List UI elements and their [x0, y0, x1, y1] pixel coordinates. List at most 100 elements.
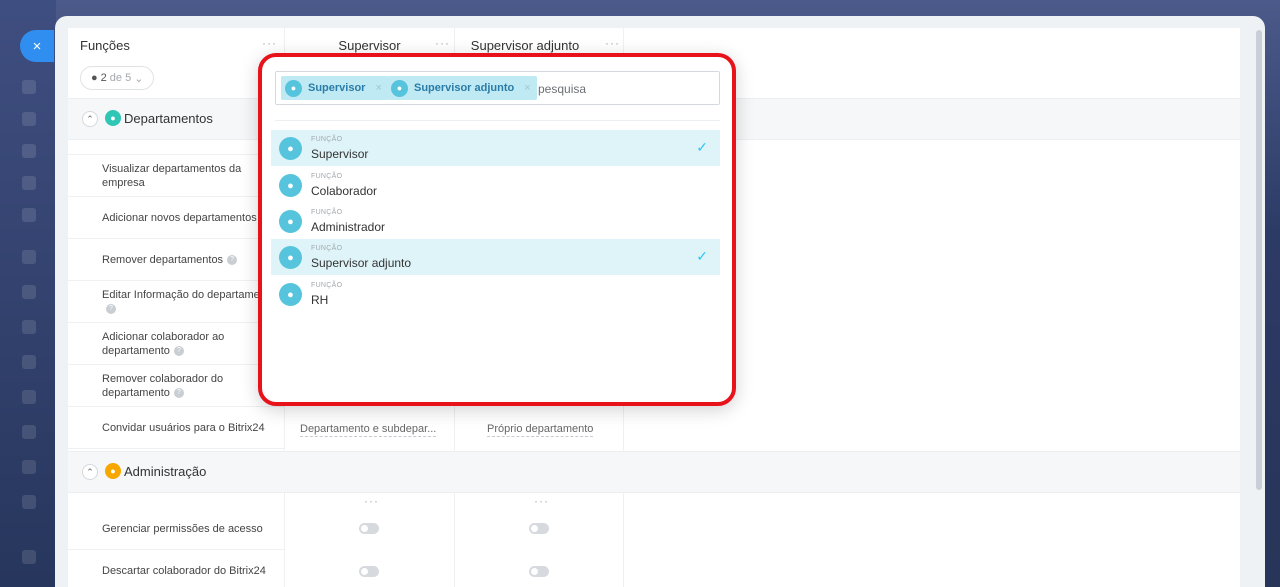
chevron-down-icon: ⌄	[134, 72, 144, 85]
chevron-up-icon[interactable]: ⌃	[82, 111, 98, 127]
permission-row: Editar Informação do departamento?	[68, 281, 284, 323]
close-slider-button[interactable]: ×	[20, 30, 54, 62]
role-selector-popup: ● Supervisor × ● Supervisor adjunto × pe…	[258, 53, 736, 406]
option-kind: FUNÇÃO	[311, 209, 343, 216]
group-icon: ●	[279, 174, 302, 197]
role-column-title: Supervisor adjunto	[470, 38, 580, 53]
permission-row: Adicionar novos departamentos	[68, 197, 284, 239]
option-name: Colaborador	[311, 184, 378, 198]
help-icon[interactable]: ?	[173, 387, 184, 398]
tag-label: Supervisor adjunto	[414, 82, 515, 94]
permission-label: Adicionar novos departamentos	[102, 211, 257, 224]
person-icon: ●	[105, 463, 121, 479]
help-icon[interactable]: ?	[227, 254, 238, 265]
option-kind: FUNÇÃO	[311, 136, 343, 143]
section-label: Administração	[124, 464, 207, 479]
permission-toggle[interactable]	[529, 523, 549, 534]
permission-label: Descartar colaborador do Bitrix24	[102, 564, 266, 577]
menu-icon[interactable]	[22, 80, 36, 94]
column-more-icon[interactable]: ···	[534, 494, 549, 508]
permission-label: Remover departamentos	[102, 253, 224, 266]
group-icon: ●	[285, 79, 302, 97]
permission-row: Descartar colaborador do Bitrix24	[68, 550, 284, 587]
role-column-title: Supervisor	[338, 38, 401, 53]
option-name: Administrador	[311, 220, 386, 234]
menu-icon[interactable]	[22, 250, 36, 264]
menu-icon[interactable]	[22, 112, 36, 126]
check-icon: ✓	[696, 139, 708, 155]
role-search-box[interactable]: ● Supervisor × ● Supervisor adjunto × pe…	[275, 71, 720, 105]
group-icon: ●	[279, 137, 302, 160]
menu-icon[interactable]	[22, 208, 36, 222]
search-input[interactable]: pesquisa	[538, 82, 586, 96]
close-icon: ×	[32, 37, 42, 55]
permission-toggle[interactable]	[359, 566, 379, 577]
menu-icon[interactable]	[22, 425, 36, 439]
role-option[interactable]: ● FUNÇÃO Colaborador	[271, 167, 720, 203]
group-icon: ●	[105, 110, 121, 126]
menu-icon[interactable]	[22, 320, 36, 334]
permission-toggle[interactable]	[359, 523, 379, 534]
selected-role-tag[interactable]: ● Supervisor adjunto ×	[387, 76, 537, 100]
permission-label: Adicionar colaborador ao departamento?	[102, 330, 225, 357]
roles-title: Funções	[80, 38, 130, 53]
permission-value-select[interactable]: Departamento e subdepar...	[300, 423, 437, 437]
menu-icon[interactable]	[22, 285, 36, 299]
check-icon: ✓	[696, 248, 708, 264]
menu-icon[interactable]	[22, 460, 36, 474]
permission-row: Convidar usuários para o Bitrix24	[68, 407, 284, 449]
menu-icon[interactable]	[22, 495, 36, 509]
menu-icon[interactable]	[22, 550, 36, 564]
remove-tag-icon[interactable]: ×	[375, 82, 381, 94]
permission-row: Gerenciar permissões de acesso	[68, 508, 284, 550]
roles-counter[interactable]: ● 2 de 5 ⌄	[80, 66, 155, 90]
permission-label: Remover colaborador do departamento?	[102, 372, 224, 399]
role-option[interactable]: ● FUNÇÃO RH	[271, 276, 720, 312]
group-icon: ●	[279, 246, 302, 269]
role-option[interactable]: ● FUNÇÃO Supervisor ✓	[271, 130, 720, 166]
scrollbar[interactable]	[1256, 30, 1262, 490]
chevron-up-icon[interactable]: ⌃	[82, 464, 98, 480]
group-icon: ●	[391, 79, 408, 97]
permission-row: Adicionar colaborador ao departamento?	[68, 323, 284, 365]
permission-toggle[interactable]	[529, 566, 549, 577]
eye-icon: ●	[91, 72, 98, 84]
permission-label: Visualizar departamentos da empresa	[102, 162, 242, 189]
role-option[interactable]: ● FUNÇÃO Supervisor adjunto ✓	[271, 239, 720, 275]
section-label: Departamentos	[124, 111, 213, 126]
role-option[interactable]: ● FUNÇÃO Administrador	[271, 203, 720, 239]
option-name: RH	[311, 293, 329, 307]
group-icon: ●	[279, 210, 302, 233]
permission-row: Remover colaborador do departamento?	[68, 365, 284, 407]
tag-label: Supervisor	[308, 82, 366, 94]
menu-icon[interactable]	[22, 176, 36, 190]
help-icon[interactable]: ?	[173, 345, 184, 356]
permission-row: Visualizar departamentos da empresa	[68, 155, 284, 197]
permission-row: Remover departamentos?	[68, 239, 284, 281]
group-icon: ●	[279, 283, 302, 306]
permission-label: Gerenciar permissões de acesso	[102, 522, 263, 535]
menu-icon[interactable]	[22, 355, 36, 369]
selected-role-tag[interactable]: ● Supervisor ×	[281, 76, 388, 100]
counter-current: 2	[100, 72, 107, 84]
menu-icon[interactable]	[22, 390, 36, 404]
help-icon[interactable]: ?	[106, 303, 116, 314]
option-kind: FUNÇÃO	[311, 173, 343, 180]
counter-total: de 5	[109, 72, 132, 84]
column-more-icon[interactable]: ···	[364, 494, 379, 508]
option-name: Supervisor	[311, 147, 369, 161]
section-administracao[interactable]: ⌃ ● Administração	[68, 451, 1240, 493]
option-name: Supervisor adjunto	[311, 256, 412, 270]
permission-value-select[interactable]: Próprio departamento	[487, 423, 594, 437]
left-menu-rail	[0, 0, 56, 587]
roles-more-icon[interactable]: ···	[262, 36, 277, 50]
option-kind: FUNÇÃO	[311, 282, 343, 289]
option-kind: FUNÇÃO	[311, 245, 343, 252]
menu-icon[interactable]	[22, 144, 36, 158]
remove-tag-icon[interactable]: ×	[524, 82, 530, 94]
divider	[275, 120, 720, 121]
permission-label: Convidar usuários para o Bitrix24	[102, 421, 265, 434]
permission-label: Editar Informação do departamento?	[102, 288, 276, 314]
column-more-icon[interactable]: ···	[605, 36, 620, 50]
spacer-row	[68, 140, 284, 155]
